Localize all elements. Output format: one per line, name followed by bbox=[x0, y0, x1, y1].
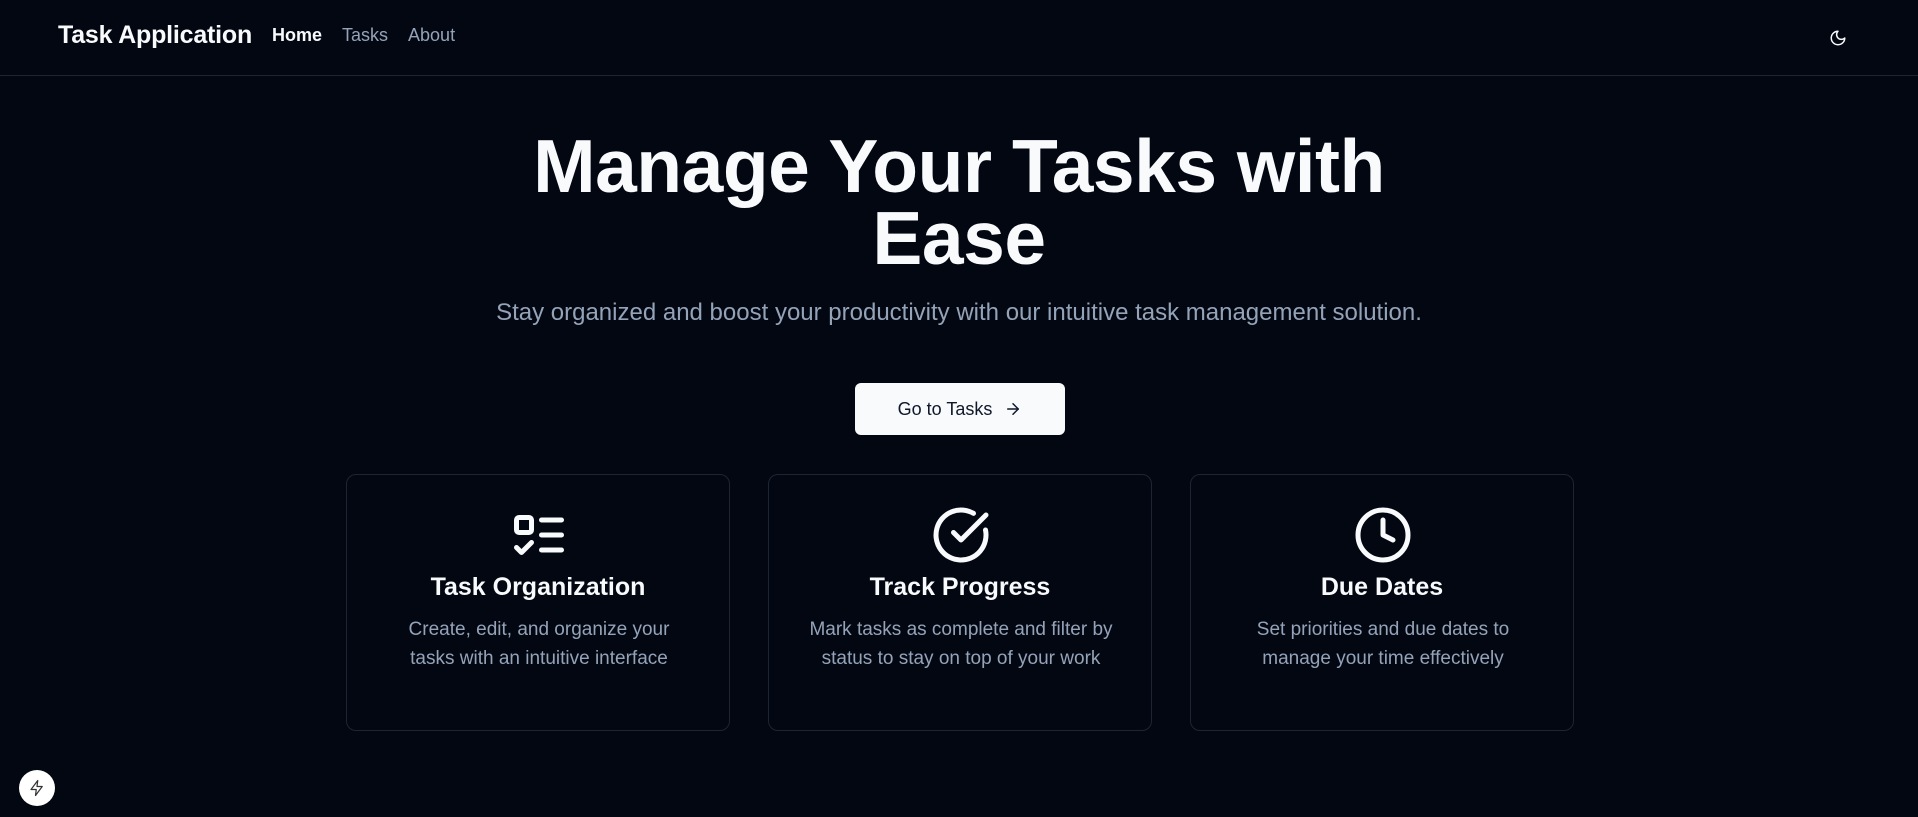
hero-subtitle: Stay organized and boost your productivi… bbox=[496, 299, 1422, 326]
arrow-right-icon bbox=[1007, 403, 1020, 415]
moon-icon bbox=[1830, 30, 1846, 46]
nav-links: Home Tasks About bbox=[272, 25, 475, 46]
feature-description: Set priorities and due dates to manage y… bbox=[1256, 619, 1510, 669]
feature-card-due-dates: Due Dates Set priorities and due dates t… bbox=[1190, 474, 1574, 731]
circle-check-icon bbox=[933, 507, 989, 563]
feature-card-task-organization: Task Organization Create, edit, and orga… bbox=[346, 474, 730, 731]
nav-link-tasks[interactable]: Tasks bbox=[342, 25, 388, 46]
feature-card-track-progress: Track Progress Mark tasks as complete an… bbox=[768, 474, 1152, 731]
feature-title: Due Dates bbox=[1320, 573, 1444, 601]
dev-tools-badge[interactable] bbox=[19, 770, 55, 806]
nav-link-about[interactable]: About bbox=[408, 25, 455, 46]
feature-description: Mark tasks as complete and filter by sta… bbox=[809, 619, 1113, 669]
go-to-tasks-label: Go to Tasks bbox=[897, 398, 993, 419]
feature-title: Task Organization bbox=[430, 573, 646, 601]
brand-logo[interactable]: Task Application bbox=[58, 21, 252, 50]
feature-description: Create, edit, and organize your tasks wi… bbox=[408, 619, 670, 669]
list-checks-icon bbox=[514, 515, 564, 555]
feature-title: Track Progress bbox=[869, 573, 1051, 601]
go-to-tasks-button[interactable]: Go to Tasks bbox=[855, 383, 1065, 435]
hero-title: Manage Your Tasks with Ease bbox=[533, 124, 1385, 280]
navbar: Task Application Home Tasks About bbox=[0, 0, 1918, 76]
theme-toggle-button[interactable] bbox=[1822, 22, 1854, 54]
lightning-icon bbox=[30, 779, 43, 797]
nav-link-home[interactable]: Home bbox=[272, 25, 322, 46]
clock-icon bbox=[1355, 507, 1411, 563]
